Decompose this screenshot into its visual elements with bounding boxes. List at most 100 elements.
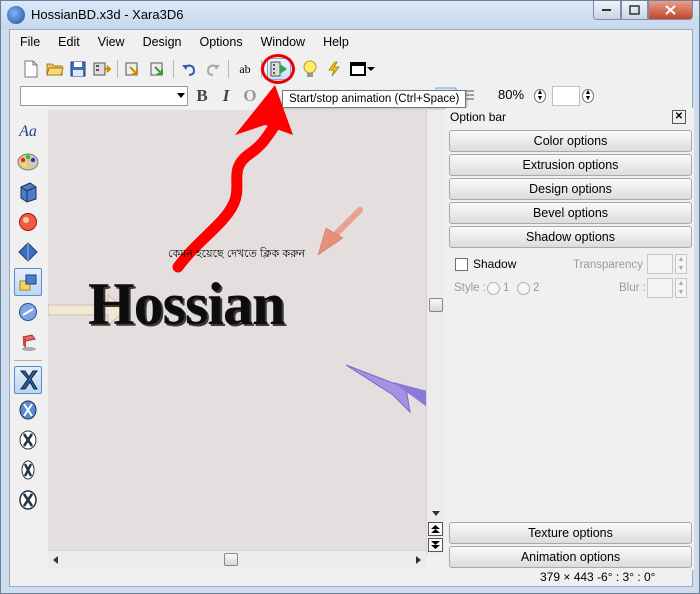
secondary-spinner[interactable]: ▲ ▼ [582,89,594,103]
option-bar-close-button[interactable]: ✕ [672,110,686,124]
new-document-button[interactable] [20,58,42,80]
horizontal-scrollbar[interactable] [48,550,426,568]
style-label: Style : [454,282,486,294]
page-down-button[interactable] [428,538,443,552]
redo-button[interactable] [202,58,224,80]
vertical-scrollbar[interactable] [426,110,444,555]
canvas-3d-text[interactable]: Hossian [88,270,285,339]
transparency-field[interactable] [647,254,673,274]
chevron-down-icon [177,93,185,98]
color-palette-icon [17,153,39,171]
style-option-1-label: 1 [503,282,510,294]
extrusion-options-button[interactable]: Extrusion options [449,154,692,176]
shadow-checkbox[interactable] [455,258,468,271]
shadow-icon [22,334,36,351]
save-button[interactable] [67,58,89,80]
left-tool-panel: Aa [10,114,46,584]
option-bar-title: Option bar [450,110,507,124]
transparency-spinner[interactable]: ▲ ▼ [675,254,687,274]
text-edit-button[interactable]: ab [234,58,256,80]
window-dropdown[interactable] [366,58,376,80]
blur-field[interactable] [647,278,673,298]
close-icon [665,5,676,15]
title-bar[interactable]: HossianBD.x3d - Xara3D6 [1,1,699,29]
menu-design[interactable]: Design [143,35,182,49]
shadow-options-panel: Shadow Transparency : ▲ ▼ Style : 1 2 Blu… [449,252,692,516]
undo-button[interactable] [178,58,200,80]
rotate-icon [19,303,37,321]
design-canvas[interactable]: কেমন হয়েছে দেখতে ক্লিক করুন Hossian [48,110,431,555]
texture-options-button[interactable]: Texture options [449,522,692,544]
zoom-value[interactable]: 80% [498,87,524,102]
color-options-button[interactable]: Color options [449,130,692,152]
scroll-left-icon[interactable] [52,555,60,565]
page-up-button[interactable] [428,522,443,536]
text-style-button[interactable]: Aa [14,118,42,146]
undo-icon [182,64,196,76]
wave-x-button[interactable] [14,426,42,454]
blur-label: Blur : [619,282,646,294]
style-option-2-label: 2 [533,282,540,294]
extrusion-button[interactable] [14,178,42,206]
blur-spinner[interactable]: ▲ ▼ [675,278,687,298]
shadow-tool-button[interactable] [14,328,42,356]
menu-options[interactable]: Options [200,35,243,49]
canvas-bengali-text[interactable]: কেমন হয়েছে দেখতে ক্লিক করুন [168,245,305,264]
lighting-icon [18,242,38,262]
lighting-button[interactable] [299,58,321,80]
menu-file[interactable]: File [20,35,40,49]
scroll-right-icon[interactable] [414,555,422,565]
open-button[interactable] [44,58,66,80]
menu-window[interactable]: Window [261,35,305,49]
page-down-icon [431,541,440,549]
animation-x-button[interactable] [14,396,42,424]
extrude-icon [20,182,37,203]
red-highlight-circle [261,54,295,84]
text-style-icon: Aa [19,123,37,140]
bold-button[interactable]: B [192,86,212,106]
style-radio-1[interactable] [487,282,500,295]
wave-x-icon [19,430,37,450]
effects-button[interactable] [323,58,345,80]
menu-bar: File Edit View Design Options Window Hel… [10,30,692,54]
fade-x-button[interactable] [14,456,42,484]
lighting-tool-button[interactable] [14,238,42,266]
spin-x-button[interactable] [14,486,42,514]
window-icon [350,62,366,76]
font-select[interactable] [20,86,188,106]
horizontal-scroll-thumb[interactable] [224,553,238,566]
zoom-spinner[interactable]: ▲ ▼ [534,89,546,103]
import-icon [125,62,138,76]
export-animation-button[interactable] [147,58,169,80]
color-button[interactable] [14,148,42,176]
bevel-options-button[interactable]: Bevel options [449,202,692,224]
texture-x-button[interactable] [14,366,42,394]
maximize-button[interactable] [621,1,648,20]
scroll-down-icon[interactable] [431,510,441,518]
arrange-button[interactable] [14,268,42,296]
menu-edit[interactable]: Edit [58,35,80,49]
zoom-secondary-field[interactable] [552,86,580,106]
main-toolbar: ab [10,56,692,82]
minimize-button[interactable] [593,1,621,20]
rotate-button[interactable] [14,298,42,326]
vertical-scroll-thumb[interactable] [429,298,443,312]
lightning-icon [328,61,340,77]
shadow-options-button[interactable]: Shadow options [449,226,692,248]
save-icon [70,61,86,77]
design-options-button[interactable]: Design options [449,178,692,200]
menu-view[interactable]: View [98,35,125,49]
option-bar: Option bar ✕ Color options Extrusion opt… [446,108,694,570]
maximize-icon [629,5,640,15]
import-button[interactable] [122,58,144,80]
texture-x-icon [19,370,38,390]
style-radio-2[interactable] [517,282,530,295]
bevel-button[interactable] [14,208,42,236]
export-button[interactable] [91,58,113,80]
new-document-icon [24,60,38,78]
animation-options-button[interactable]: Animation options [449,546,692,568]
close-button[interactable] [648,1,693,20]
tooltip: Start/stop animation (Ctrl+Space) [282,90,467,108]
menu-help[interactable]: Help [323,35,349,49]
xara-app-icon[interactable] [7,6,25,24]
